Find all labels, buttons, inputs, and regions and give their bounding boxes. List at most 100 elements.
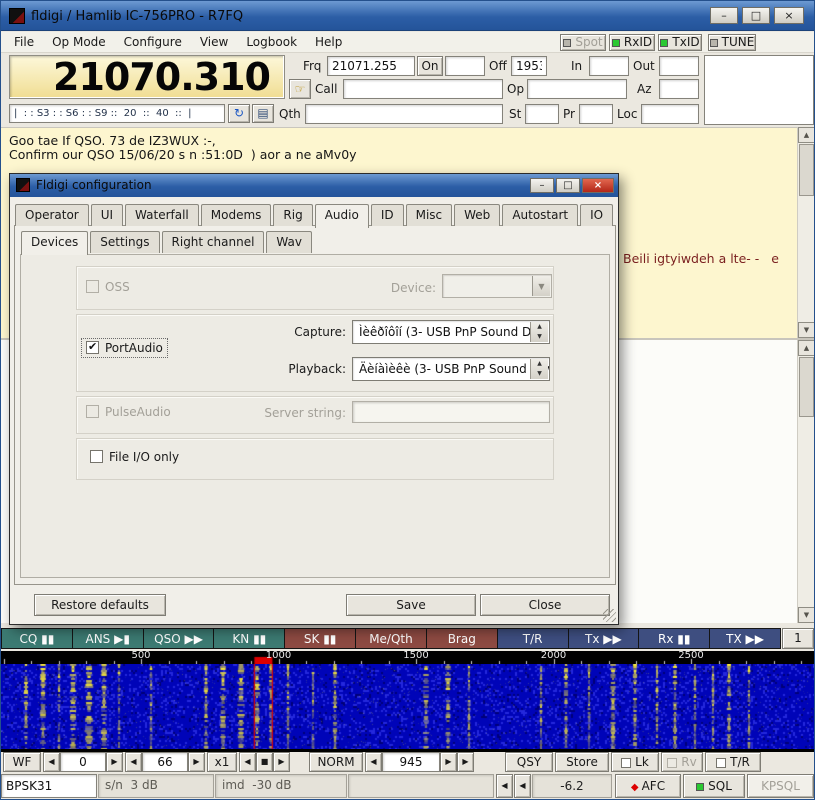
close-dialog-button[interactable]: Close (480, 594, 610, 616)
sql-button[interactable]: SQL (683, 774, 745, 798)
txrx-button[interactable]: T/R (705, 752, 761, 772)
stop-icon[interactable]: ■ (256, 752, 273, 772)
waterfall-ruler[interactable]: 5001000150020002500 (1, 651, 814, 664)
wf-speed-button[interactable]: NORM (309, 752, 363, 772)
config-tab[interactable]: Modems (201, 204, 272, 226)
portaudio-checkbox[interactable]: PortAudio (82, 339, 167, 357)
refresh-icon[interactable]: ↻ (228, 104, 250, 123)
hand-qsy-icon[interactable]: ☞ (289, 79, 311, 99)
chevron-down-icon[interactable]: ▼ (532, 276, 550, 296)
config-tab[interactable]: ID (371, 204, 404, 226)
left-arrow-icon[interactable]: ◀ (43, 752, 60, 772)
dialog-maximize-button[interactable]: □ (556, 178, 580, 193)
config-tab[interactable]: Autostart (502, 204, 578, 226)
config-tab[interactable]: Waterfall (125, 204, 199, 226)
kpsql-button[interactable]: KPSQL (747, 774, 814, 798)
audio-subtab[interactable]: Devices (21, 231, 88, 255)
capture-select[interactable]: Ìèêðîôîí (3- USB PnP Sound Device) ▲▼ (352, 320, 550, 344)
close-button[interactable]: × (774, 7, 804, 24)
call-input[interactable] (343, 79, 503, 99)
left-arrow-icon[interactable]: ◀ (125, 752, 142, 772)
txid-button[interactable]: TxID (658, 34, 702, 51)
scroll-down-icon[interactable]: ▼ (798, 322, 815, 338)
maximize-button[interactable]: □ (742, 7, 770, 24)
st-input[interactable] (525, 104, 559, 124)
time-off-input[interactable] (511, 56, 547, 76)
macro-button[interactable]: Me/Qth (356, 628, 427, 649)
restore-defaults-button[interactable]: Restore defaults (34, 594, 166, 616)
macro-set-button[interactable]: 1 (782, 628, 814, 649)
reverse-button[interactable]: Rv (661, 752, 703, 772)
fileio-checkbox-box[interactable] (90, 450, 103, 463)
logbook-icon[interactable]: ▤ (252, 104, 274, 123)
device-select[interactable]: ▼ (442, 274, 552, 298)
pulseaudio-checkbox[interactable]: PulseAudio (86, 405, 171, 419)
notes-panel[interactable] (704, 55, 814, 125)
left-arrow-icon[interactable]: ◀ (514, 774, 531, 798)
macro-button[interactable]: Tx ▶▶ (569, 628, 640, 649)
menu-item[interactable]: Logbook (237, 32, 306, 52)
config-tab[interactable]: Audio (315, 204, 369, 228)
dialog-minimize-button[interactable]: – (530, 178, 554, 193)
updown-arrows-icon[interactable]: ▲▼ (530, 359, 548, 379)
waterfall-canvas[interactable] (1, 664, 814, 749)
qth-input[interactable] (305, 104, 503, 124)
lock-button[interactable]: Lk (611, 752, 659, 772)
frequency-display[interactable]: 21070.310 (9, 55, 285, 99)
menu-item[interactable]: Op Mode (43, 32, 115, 52)
config-tab[interactable]: IO (580, 204, 613, 226)
rst-out-input[interactable] (659, 56, 699, 76)
on-button[interactable]: On (417, 56, 443, 76)
signal-range-value[interactable]: 66 (142, 752, 188, 772)
macro-button[interactable]: KN ▮▮ (214, 628, 285, 649)
title-bar[interactable]: fldigi / Hamlib IC-756PRO - R7FQ – □ × (1, 1, 814, 31)
macro-button[interactable]: QSO ▶▶ (144, 628, 215, 649)
resize-grip[interactable] (603, 609, 616, 622)
carrier-frequency-value[interactable]: 945 (382, 752, 440, 772)
macro-button[interactable]: ANS ▶▮ (73, 628, 144, 649)
menu-item[interactable]: Help (306, 32, 351, 52)
macro-button[interactable]: T/R (498, 628, 569, 649)
menu-item[interactable]: View (191, 32, 237, 52)
config-tab[interactable]: Misc (406, 204, 453, 226)
config-tab[interactable]: Web (454, 204, 500, 226)
oss-checkbox-box[interactable] (86, 280, 99, 293)
config-tab[interactable]: Operator (15, 204, 89, 226)
audio-subtab[interactable]: Settings (90, 231, 159, 253)
rst-in-input[interactable] (589, 56, 629, 76)
afc-button[interactable]: ◆AFC (615, 774, 681, 798)
tx-scrollbar[interactable]: ▲ ▼ (797, 340, 814, 623)
macro-button[interactable]: Rx ▮▮ (639, 628, 710, 649)
right-arrow-icon[interactable]: ▶ (106, 752, 123, 772)
loc-input[interactable] (641, 104, 699, 124)
right-arrow-icon[interactable]: ▶ (457, 752, 474, 772)
rx-scrollbar-thumb[interactable] (799, 144, 814, 196)
minimize-button[interactable]: – (710, 7, 738, 24)
portaudio-checkbox-box[interactable] (86, 341, 99, 354)
frequency-input[interactable] (327, 56, 415, 76)
mode-status[interactable]: BPSK31 (1, 774, 97, 798)
pulseaudio-checkbox-box[interactable] (86, 405, 99, 418)
pr-input[interactable] (579, 104, 613, 124)
macro-button[interactable]: CQ ▮▮ (2, 628, 73, 649)
save-button[interactable]: Save (346, 594, 476, 616)
macro-button[interactable]: TX ▶▶ (710, 628, 781, 649)
fileio-checkbox[interactable]: File I/O only (90, 450, 179, 464)
oss-checkbox[interactable]: OSS (86, 280, 130, 294)
spot-button[interactable]: Spot (560, 34, 606, 51)
scroll-up-icon[interactable]: ▲ (798, 127, 815, 143)
qsy-button[interactable]: QSY (505, 752, 553, 772)
menu-item[interactable]: Configure (115, 32, 191, 52)
wf-mode-button[interactable]: WF (3, 752, 41, 772)
dialog-title-bar[interactable]: Fldigi configuration – □ × (10, 174, 618, 197)
audio-subtab[interactable]: Wav (266, 231, 312, 253)
scroll-up-icon[interactable]: ▲ (798, 340, 815, 356)
left-arrow-icon[interactable]: ◀ (365, 752, 382, 772)
dialog-close-button[interactable]: × (582, 178, 614, 193)
rx-scrollbar[interactable]: ▲ ▼ (797, 127, 814, 338)
wf-magnify-button[interactable]: x1 (207, 752, 237, 772)
menu-item[interactable]: File (5, 32, 43, 52)
scroll-down-icon[interactable]: ▼ (798, 607, 815, 623)
left-arrow-icon[interactable]: ◀ (239, 752, 256, 772)
store-button[interactable]: Store (555, 752, 609, 772)
